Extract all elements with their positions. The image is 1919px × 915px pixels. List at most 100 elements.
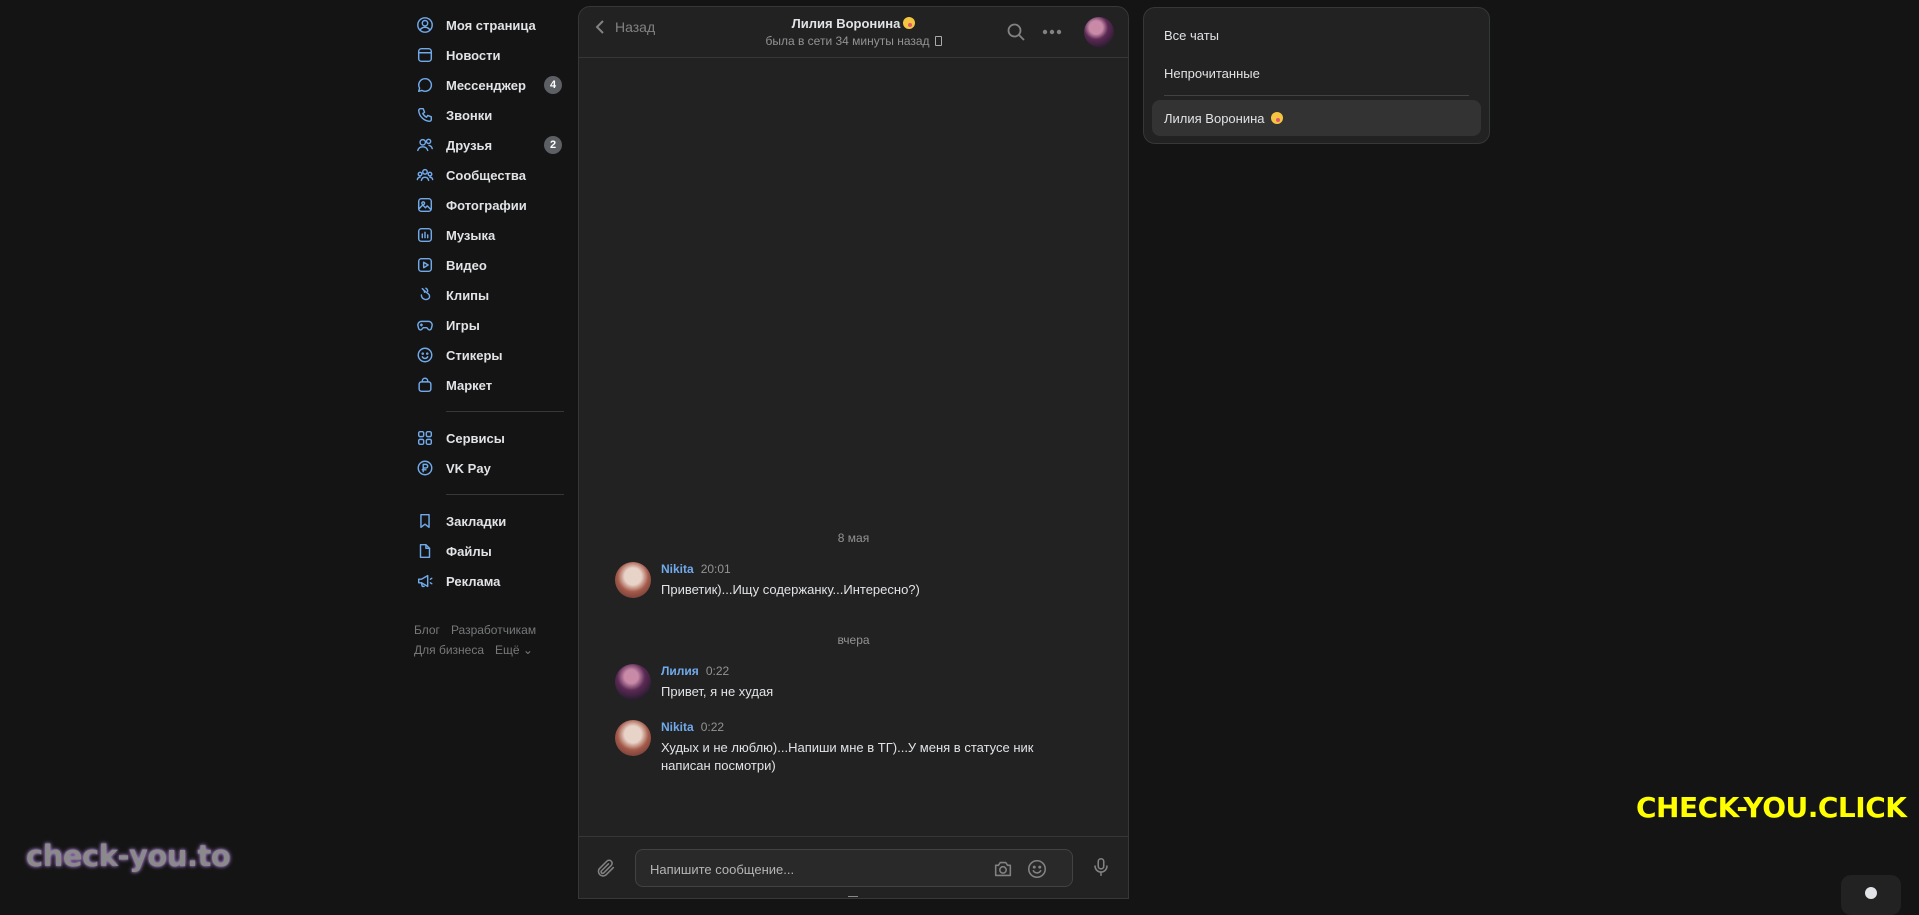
date-separator: вчера [837, 633, 870, 647]
footer-developers-link[interactable]: Разработчикам [451, 623, 536, 637]
chevron-down-icon: ⌄ [522, 643, 533, 657]
sidebar-item[interactable]: Музыка [412, 220, 572, 250]
message-text: Приветик)...Ищу содержанку...Интересно?) [661, 582, 920, 597]
sidebar-item[interactable]: Клипы [412, 280, 572, 310]
sidebar-divider [446, 494, 564, 495]
attach-button[interactable] [595, 857, 617, 879]
sidebar-item[interactable]: Маркет [412, 370, 572, 400]
filter-unread[interactable]: Непрочитанные [1164, 66, 1260, 81]
message-time: 0:22 [700, 720, 725, 734]
sidebar-item-label: Фотографии [446, 197, 527, 213]
file-icon [415, 541, 435, 561]
active-chat-item[interactable]: Лилия Воронина [1152, 100, 1481, 136]
sidebar-item[interactable]: Сообщества [412, 160, 572, 190]
friends-icon [415, 135, 435, 155]
left-sidebar: Моя страница Новости Мессенджер 4 Звонки Друз… [412, 10, 572, 660]
tongue-emoji-icon [903, 17, 916, 29]
sidebar-item[interactable]: Звонки [412, 100, 572, 130]
sidebar-item-label: Музыка [446, 227, 496, 243]
footer-business-link[interactable]: Для бизнеса [414, 643, 484, 657]
sidebar-item[interactable]: Файлы [412, 536, 572, 566]
sidebar-item-label: Мессенджер [446, 77, 526, 93]
message-input[interactable] [648, 850, 982, 888]
photo-icon [415, 195, 435, 215]
sidebar-item-label: Клипы [446, 287, 490, 303]
sidebar-item-label: Новости [446, 47, 501, 63]
sidebar-item-label: Закладки [446, 513, 507, 529]
message-item: Лилия 0:22 Привет, я не худая [615, 664, 1061, 701]
active-chat-label: Лилия Воронина [1164, 110, 1265, 126]
sidebar-item[interactable]: Фотографии [412, 190, 572, 220]
sidebar-item-label: Моя страница [446, 17, 536, 33]
user-circle-icon [415, 15, 435, 35]
search-button[interactable] [1006, 22, 1026, 42]
watermark-left: check-you.to [26, 839, 231, 873]
filter-all-chats[interactable]: Все чаты [1164, 28, 1219, 43]
date-separator: 8 мая [837, 531, 870, 545]
message-composer [579, 836, 1128, 898]
voice-message-button[interactable] [1090, 855, 1112, 879]
sidebar-item-label: Сервисы [446, 430, 505, 446]
sidebar-item[interactable]: Реклама [412, 566, 572, 596]
sidebar-item-label: Маркет [446, 377, 493, 393]
peer-name: Лилия Воронина [791, 16, 901, 31]
sidebar-item-label: Звонки [446, 107, 493, 123]
corner-floating-button[interactable] [1841, 875, 1901, 915]
notification-badge: 2 [544, 136, 562, 154]
sidebar-item-label: Файлы [446, 543, 492, 559]
market-bag-icon [415, 375, 435, 395]
search-icon [1007, 23, 1025, 41]
phone-icon [415, 105, 435, 125]
sidebar-item-label: Реклама [446, 573, 501, 589]
camera-button[interactable] [992, 858, 1014, 880]
sidebar-item[interactable]: Новости [412, 40, 572, 70]
gamepad-icon [415, 315, 435, 335]
sidebar-item[interactable]: VK Pay [412, 453, 572, 483]
sidebar-item[interactable]: Моя страница [412, 10, 572, 40]
message-item: Nikita 20:01 Приветик)...Ищу содержанку..… [615, 562, 1061, 599]
sidebar-item[interactable]: Стикеры [412, 340, 572, 370]
message-input-box [635, 849, 1073, 888]
sidebar-item-label: VK Pay [446, 460, 491, 476]
sidebar-item-label: Игры [446, 317, 480, 333]
sidebar-item[interactable]: Закладки [412, 506, 572, 536]
vkpay-icon [415, 458, 435, 478]
message-time: 0:22 [705, 664, 730, 678]
music-icon [415, 225, 435, 245]
avatar[interactable] [615, 720, 651, 756]
chat-header: Назад Лилия Воронина была в сети 34 мину… [579, 7, 1128, 58]
message-author[interactable]: Nikita [661, 720, 694, 734]
avatar[interactable] [615, 562, 651, 598]
sidebar-item[interactable]: Мессенджер 4 [412, 70, 572, 100]
footer-more-link[interactable]: Ещё ⌄ [495, 643, 533, 657]
megaphone-icon [415, 571, 435, 591]
watermark-right: CHECK-YOU.CLICK [1636, 791, 1907, 824]
notification-badge: 4 [544, 76, 562, 94]
avatar[interactable] [615, 664, 651, 700]
emoji-button[interactable] [1026, 858, 1048, 880]
peer-avatar[interactable] [1084, 17, 1114, 47]
message-time: 20:01 [700, 562, 731, 576]
paperclip-icon [597, 859, 615, 877]
sidebar-item[interactable]: Игры [412, 310, 572, 340]
video-icon [415, 255, 435, 275]
sidebar-item[interactable]: Друзья 2 [412, 130, 572, 160]
chat-filter-panel: Все чаты Непрочитанные Лилия Воронина [1143, 7, 1490, 144]
news-icon [415, 45, 435, 65]
more-options-button[interactable] [1042, 22, 1062, 42]
services-grid-icon [415, 428, 435, 448]
footer-more-label: Ещё [495, 643, 520, 657]
message-text: Худых и не люблю)...Напиши мне в ТГ)...У… [661, 740, 1034, 773]
message-text: Привет, я не худая [661, 684, 774, 699]
bookmark-icon [415, 511, 435, 531]
chat-panel: Назад Лилия Воронина была в сети 34 мину… [578, 6, 1129, 899]
footer-blog-link[interactable]: Блог [414, 623, 440, 637]
message-author[interactable]: Nikita [661, 562, 694, 576]
sticker-icon [415, 345, 435, 365]
camera-icon [994, 861, 1012, 877]
sidebar-item[interactable]: Сервисы [412, 423, 572, 453]
sidebar-footer: Блог Разработчикам Для бизнеса Ещё ⌄ [414, 620, 572, 660]
message-author[interactable]: Лилия [661, 664, 699, 678]
sidebar-item[interactable]: Видео [412, 250, 572, 280]
sidebar-item-label: Друзья [446, 137, 493, 153]
